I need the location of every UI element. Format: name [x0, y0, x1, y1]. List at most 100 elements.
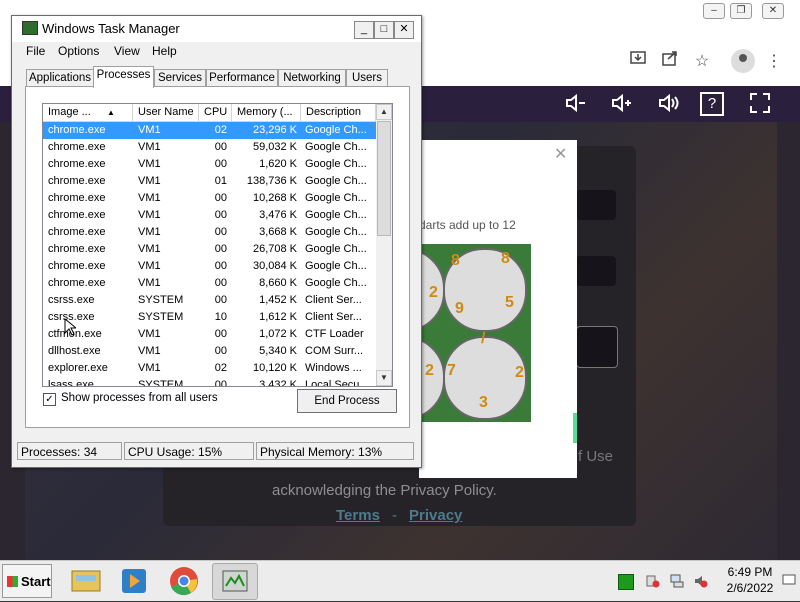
explorer-icon[interactable] [64, 563, 108, 598]
dial-number: 8 [501, 250, 510, 267]
cell-memory: 3,668 K [259, 226, 297, 238]
table-row[interactable]: csrss.exe SYSTEM 00 1,452 K Client Ser... [43, 292, 376, 309]
start-button[interactable]: Start [2, 564, 52, 598]
table-row[interactable]: explorer.exe VM1 02 10,120 K Windows ... [43, 360, 376, 377]
cell-image-name: chrome.exe [48, 226, 106, 238]
fullscreen-icon[interactable] [746, 92, 774, 116]
cell-description: Google Ch... [305, 243, 367, 255]
process-list[interactable]: Image ... ▲ User Name CPU Memory (... De… [42, 103, 393, 387]
show-desktop-icon[interactable] [782, 573, 796, 587]
captcha-image-grid[interactable]: 8 8 2 9 5 / 2 7 2 3 [361, 244, 531, 422]
download-icon[interactable] [626, 50, 650, 74]
cell-memory: 8,660 K [259, 277, 297, 289]
table-row[interactable]: chrome.exe VM1 00 10,268 K Google Ch... [43, 190, 376, 207]
cell-user-name: VM1 [138, 243, 161, 255]
tab-networking[interactable]: Networking [278, 69, 346, 87]
menu-file[interactable]: File [26, 44, 45, 58]
task-manager-icon[interactable] [212, 563, 258, 600]
tab-performance[interactable]: Performance [206, 69, 278, 87]
column-image-name[interactable]: Image ... ▲ [43, 104, 133, 121]
close-button[interactable]: ✕ [394, 21, 414, 39]
table-row[interactable]: dllhost.exe VM1 00 5,340 K COM Surr... [43, 343, 376, 360]
terms-of-use-text: f Use [578, 448, 614, 465]
speaker-icon[interactable] [654, 92, 682, 116]
column-cpu[interactable]: CPU [199, 104, 232, 121]
browser-close-button[interactable]: ✕ [762, 3, 784, 19]
tray-volume-icon[interactable] [694, 574, 708, 588]
table-row[interactable]: chrome.exe VM1 01 138,736 K Google Ch... [43, 173, 376, 190]
column-label: Image ... [48, 106, 91, 118]
cell-image-name: chrome.exe [48, 158, 106, 170]
star-icon[interactable]: ☆ [690, 50, 714, 74]
menu-icon[interactable]: ⋮ [762, 50, 786, 74]
tab-processes[interactable]: Processes [93, 66, 154, 88]
volume-down-icon[interactable] [561, 92, 589, 116]
captcha-close-icon[interactable]: ✕ [554, 144, 567, 164]
cell-description: Google Ch... [305, 175, 367, 187]
system-clock[interactable]: 6:49 PM 2/6/2022 [722, 564, 778, 596]
login-input-field[interactable] [576, 326, 618, 368]
minimize-button[interactable]: _ [354, 21, 374, 39]
menu-view[interactable]: View [114, 44, 140, 58]
vertical-scrollbar[interactable]: ▲ ▼ [376, 104, 392, 386]
scrollbar-thumb[interactable] [377, 121, 391, 236]
cell-description: Google Ch... [305, 260, 367, 272]
table-row[interactable]: chrome.exe VM1 00 30,084 K Google Ch... [43, 258, 376, 275]
volume-up-icon[interactable] [607, 92, 635, 116]
tab-applications[interactable]: Applications [26, 69, 94, 87]
table-row[interactable]: chrome.exe VM1 00 8,660 K Google Ch... [43, 275, 376, 292]
tab-users[interactable]: Users [346, 69, 388, 87]
table-row[interactable]: lsass.exe SYSTEM 00 3,432 K Local Secu... [43, 377, 376, 386]
table-row[interactable]: chrome.exe VM1 00 3,668 K Google Ch... [43, 224, 376, 241]
cell-cpu: 00 [214, 294, 227, 306]
menu-help[interactable]: Help [152, 44, 177, 58]
maximize-button[interactable]: □ [374, 21, 394, 39]
username-field[interactable] [576, 190, 616, 220]
table-row[interactable]: chrome.exe VM1 00 1,620 K Google Ch... [43, 156, 376, 173]
profile-icon[interactable] [731, 49, 755, 73]
table-row[interactable]: csrss.exe SYSTEM 10 1,612 K Client Ser... [43, 309, 376, 326]
captcha-popup: ✕ darts add up to 12 8 8 2 9 5 / 2 7 2 3 [361, 140, 577, 478]
cell-memory: 5,340 K [259, 345, 297, 357]
cell-user-name: SYSTEM [138, 294, 184, 306]
cell-memory: 138,736 K [246, 175, 297, 187]
cell-image-name: dllhost.exe [48, 345, 101, 357]
media-player-icon[interactable] [112, 563, 156, 598]
tab-services[interactable]: Services [154, 69, 206, 87]
tray-monitor-icon[interactable] [618, 574, 634, 590]
share-icon[interactable] [658, 50, 682, 74]
column-memory[interactable]: Memory (... [232, 104, 301, 121]
cell-cpu: 00 [214, 260, 227, 272]
scroll-up-icon[interactable]: ▲ [376, 104, 392, 120]
cell-image-name: chrome.exe [48, 175, 106, 187]
table-row[interactable]: chrome.exe VM1 00 26,708 K Google Ch... [43, 241, 376, 258]
browser-restore-button[interactable]: ❐ [730, 3, 752, 19]
table-row[interactable]: ctfmon.exe VM1 00 1,072 K CTF Loader [43, 326, 376, 343]
help-icon[interactable]: ? [700, 92, 724, 116]
tray-security-icon[interactable] [646, 574, 660, 588]
menu-options[interactable]: Options [58, 44, 99, 58]
process-list-header: Image ... ▲ User Name CPU Memory (... De… [43, 104, 376, 122]
processes-tab-page: Image ... ▲ User Name CPU Memory (... De… [25, 86, 410, 428]
password-field[interactable] [576, 256, 616, 286]
column-user-name[interactable]: User Name [133, 104, 199, 121]
terms-link[interactable]: Terms [336, 507, 380, 524]
browser-minimize-button[interactable]: ‒ [703, 3, 725, 19]
table-row[interactable]: chrome.exe VM1 00 59,032 K Google Ch... [43, 139, 376, 156]
table-row[interactable]: chrome.exe VM1 02 23,296 K Google Ch... [43, 122, 376, 139]
cell-cpu: 00 [214, 345, 227, 357]
tray-network-icon[interactable] [670, 574, 684, 588]
table-row[interactable]: chrome.exe VM1 00 3,476 K Google Ch... [43, 207, 376, 224]
task-manager-titlebar[interactable]: Windows Task Manager _ □ ✕ [12, 16, 421, 42]
privacy-link[interactable]: Privacy [409, 507, 462, 524]
cell-image-name: chrome.exe [48, 277, 106, 289]
process-rows: chrome.exe VM1 02 23,296 K Google Ch... chrom… [43, 122, 376, 386]
scroll-down-icon[interactable]: ▼ [376, 370, 392, 386]
captcha-submit-button[interactable] [573, 413, 577, 443]
cell-cpu: 00 [214, 277, 227, 289]
end-process-button[interactable]: End Process [297, 389, 397, 413]
cell-cpu: 00 [214, 158, 227, 170]
checkbox-checked-icon[interactable]: ✓ [43, 393, 56, 406]
column-description[interactable]: Description [301, 104, 376, 121]
chrome-icon[interactable] [162, 563, 206, 598]
